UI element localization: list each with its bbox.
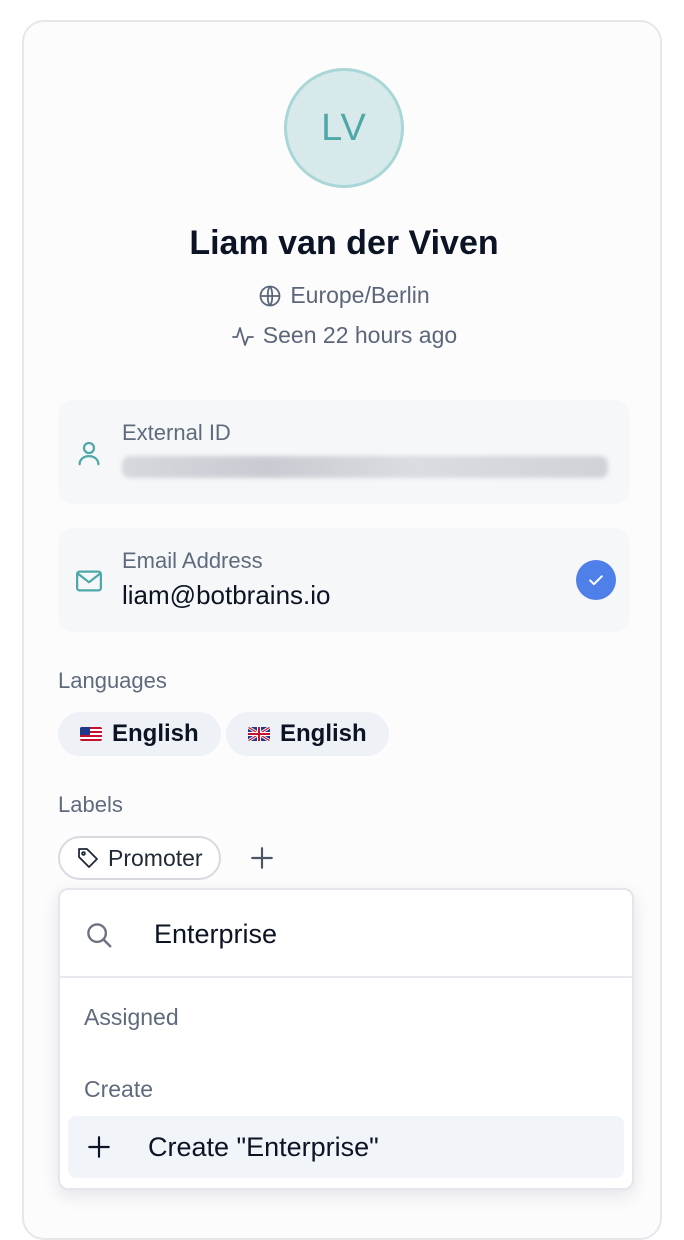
create-group-heading: Create [84, 1076, 154, 1102]
languages-label: Languages [58, 668, 167, 693]
email-value[interactable]: liam@botbrains.io [122, 580, 330, 611]
create-label-option[interactable]: Create "Enterprise" [68, 1116, 624, 1178]
verified-badge [576, 560, 616, 600]
avatar: LV [284, 68, 404, 188]
label-search-input[interactable] [154, 916, 594, 952]
email-field: Email Address liam@botbrains.io [58, 528, 630, 632]
plus-icon [88, 1136, 110, 1158]
check-icon [589, 575, 603, 586]
contact-name: Liam van der Viven [189, 224, 499, 262]
language-chip: English [58, 712, 221, 756]
labels-label: Labels [58, 792, 123, 817]
external-id-label: External ID [122, 420, 231, 445]
search-icon [87, 923, 112, 948]
timezone-text: Europe/Berlin [290, 282, 430, 308]
globe-icon [259, 285, 281, 306]
add-label-button[interactable] [248, 844, 276, 872]
label-picker-popover: Assigned Create Create "Enterprise" [58, 888, 634, 1190]
plus-icon [251, 847, 273, 869]
external-id-value-redacted [122, 456, 608, 478]
external-id-field: External ID [58, 400, 630, 504]
contact-profile-card: LV Liam van der Viven Europe/Berlin Seen… [22, 20, 662, 1240]
label-search-row [60, 890, 632, 978]
create-label-option-text: Create "Enterprise" [148, 1132, 379, 1162]
avatar-initials: LV [321, 106, 367, 149]
gb-flag-icon [248, 727, 270, 741]
label-chip-text: Promoter [108, 844, 203, 871]
label-chip-promoter[interactable]: Promoter [58, 836, 221, 880]
language-chip-label: English [280, 720, 367, 747]
activity-icon [231, 326, 254, 346]
tag-icon [78, 848, 98, 868]
last-seen-text: Seen 22 hours ago [262, 322, 458, 348]
us-flag-icon [80, 727, 102, 741]
assigned-group-heading: Assigned [84, 1004, 179, 1030]
user-icon [78, 441, 100, 466]
mail-icon [76, 570, 102, 592]
language-chip-label: English [112, 720, 199, 747]
last-seen-row: Seen 22 hours ago [24, 322, 664, 349]
timezone-row: Europe/Berlin [24, 282, 664, 309]
email-label: Email Address [122, 548, 263, 573]
language-chip: English [226, 712, 389, 756]
